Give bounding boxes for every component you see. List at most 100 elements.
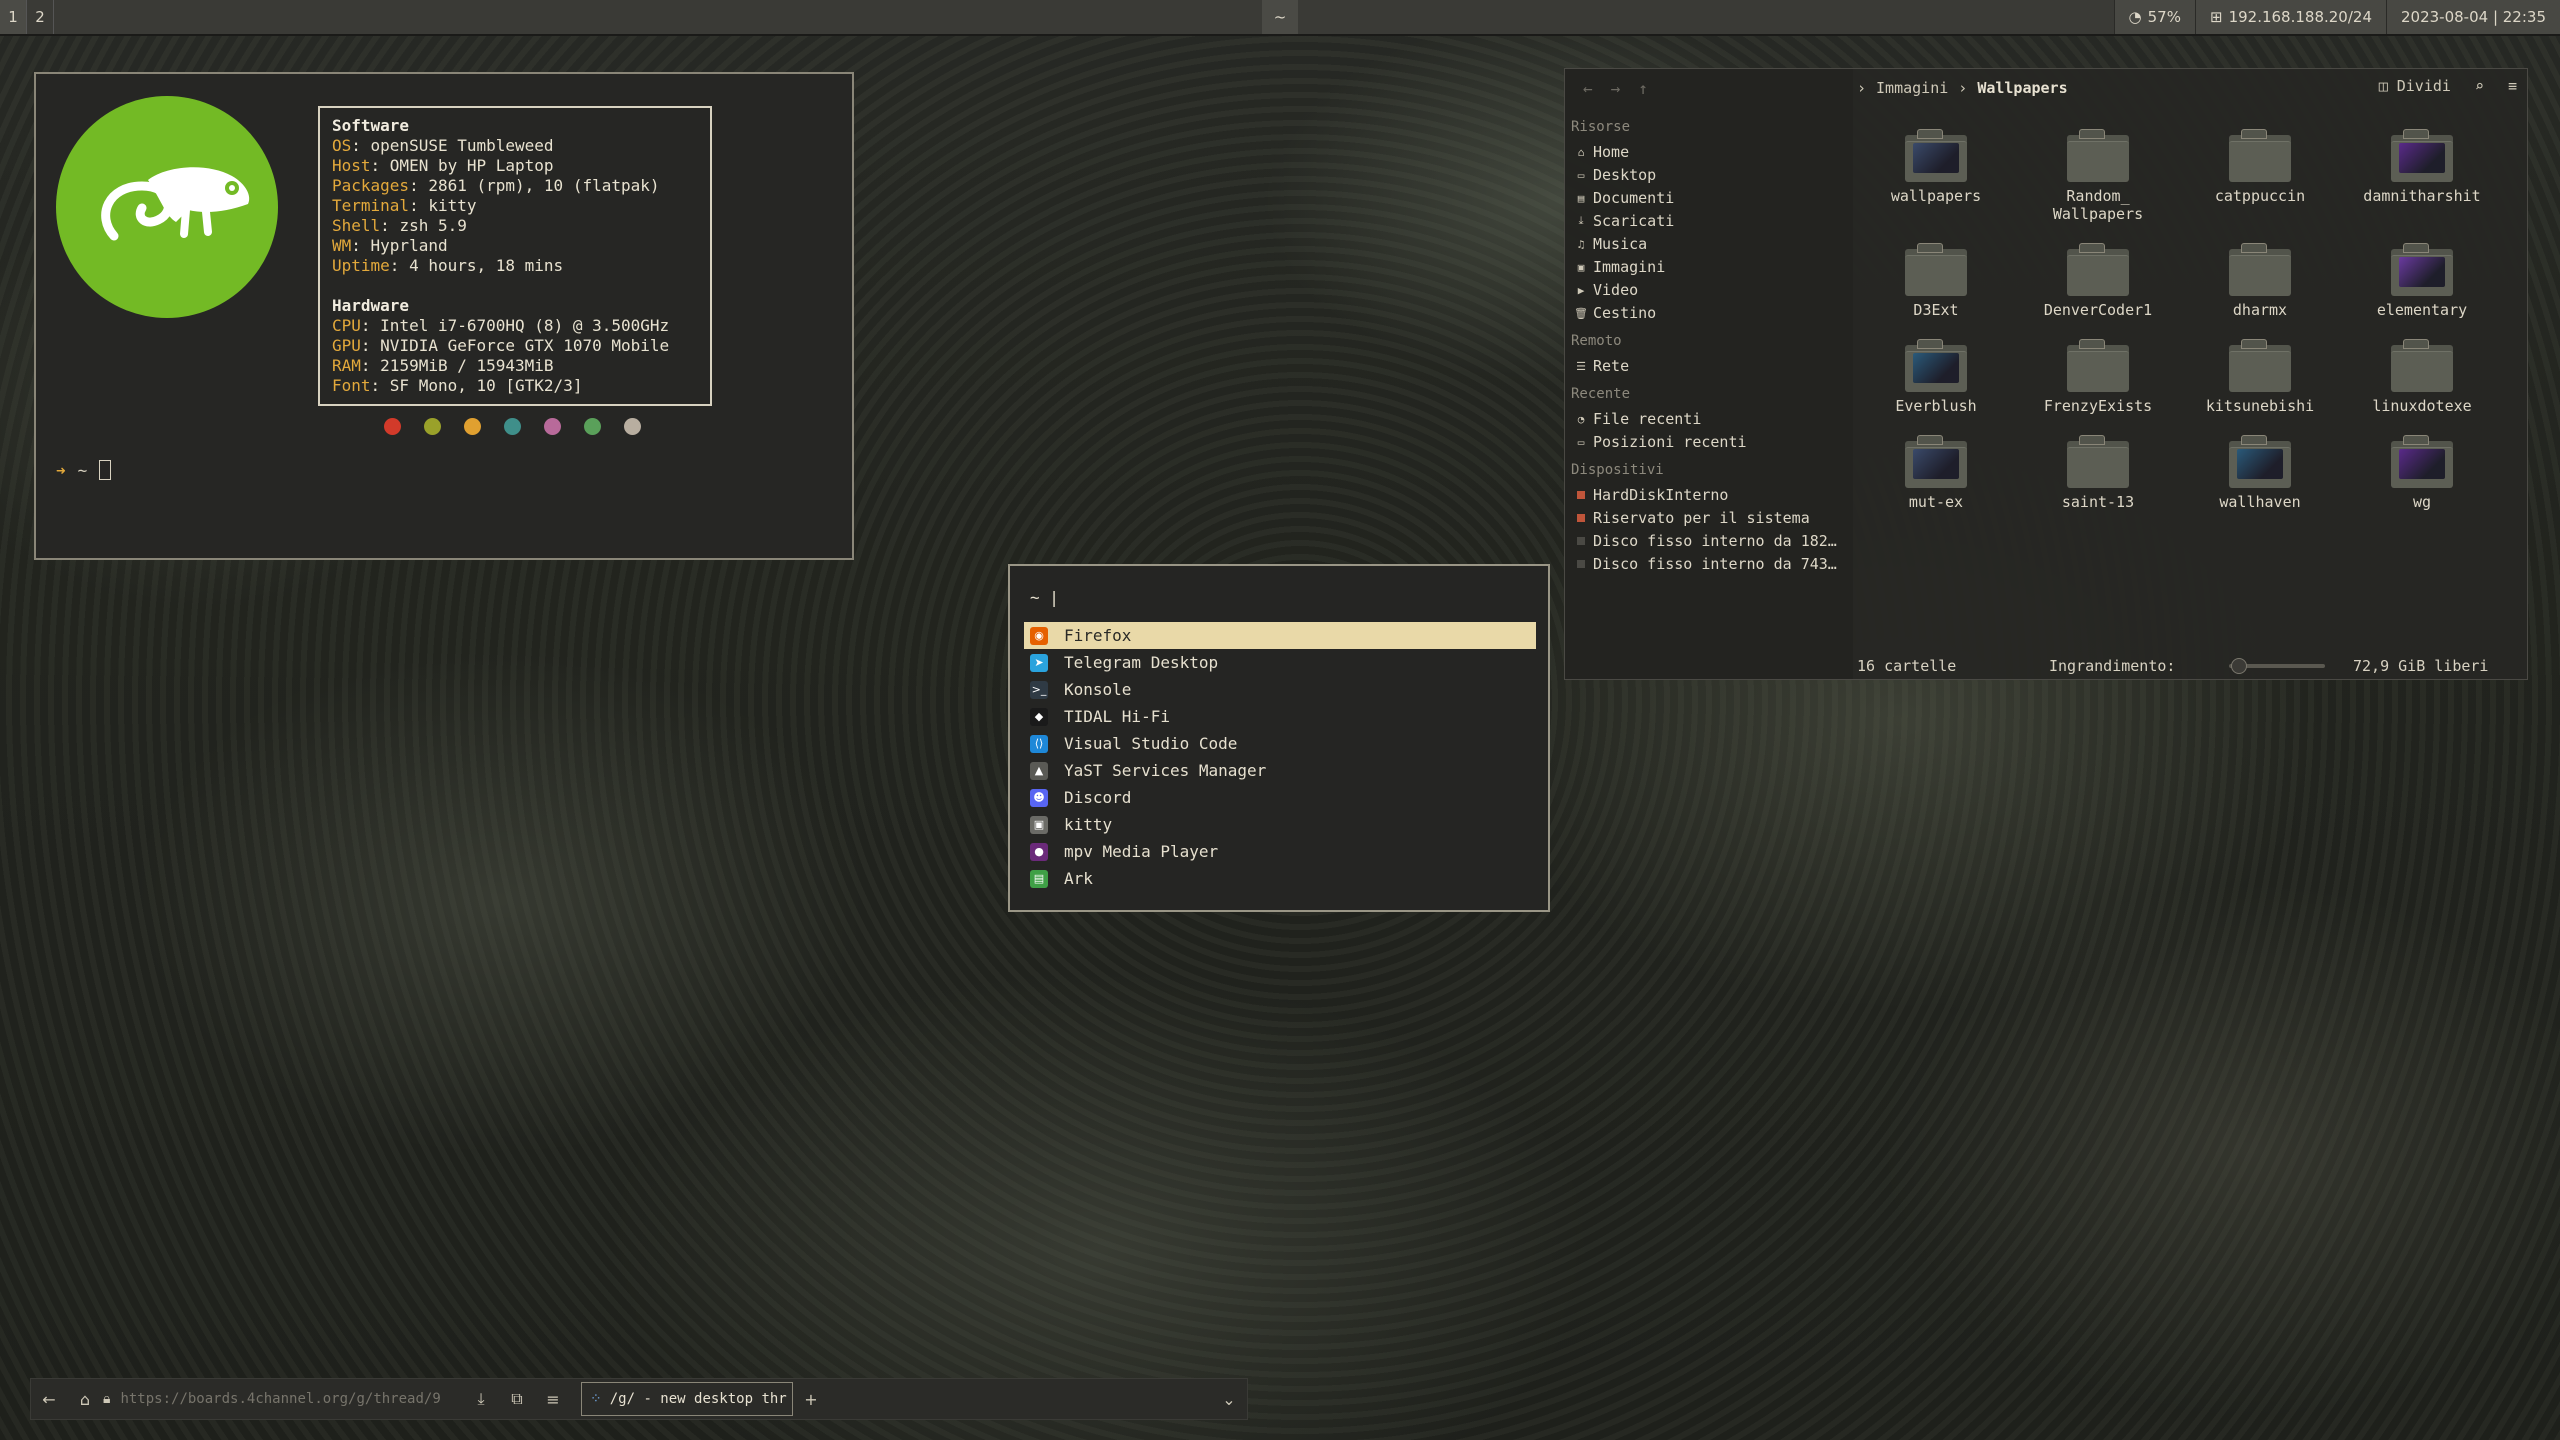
folder-item[interactable]: saint-13 (2017, 435, 2179, 511)
drive-icon (1577, 491, 1585, 499)
launcher-search-input[interactable]: ~ | (1030, 588, 1059, 607)
folder-item[interactable]: elementary (2341, 243, 2503, 319)
breadcrumb-item-immagini[interactable]: Immagini (1876, 79, 1948, 97)
sidebar-item-documenti[interactable]: ▤ Documenti (1575, 189, 1675, 207)
launcher-item-visual-studio-code[interactable]: ⟨⟩ Visual Studio Code (1024, 730, 1536, 757)
launcher-item-label: Firefox (1064, 626, 1132, 645)
folder-item[interactable]: D3Ext (1855, 243, 2017, 319)
folder-icon (2391, 129, 2453, 182)
folder-item[interactable]: linuxdotexe (2341, 339, 2503, 415)
sidebar-item-file-recenti[interactable]: ◔ File recenti (1575, 410, 1702, 428)
launcher-item-tidal-hi-fi[interactable]: ◆ TIDAL Hi-Fi (1024, 703, 1536, 730)
sidebar-item-disco-fisso-interno-da-743-[interactable]: Disco fisso interno da 743… (1575, 555, 1837, 573)
app-launcher[interactable]: ~ | ◉ Firefox ➤ Telegram Desktop >_ Konsole ◆ T… (1008, 564, 1550, 912)
folder-name: Everblush (1895, 397, 1977, 415)
launcher-item-telegram-desktop[interactable]: ➤ Telegram Desktop (1024, 649, 1536, 676)
launcher-item-discord[interactable]: ☻ Discord (1024, 784, 1536, 811)
folder-item[interactable]: catppuccin (2179, 129, 2341, 223)
back-button[interactable]: ← (31, 1378, 67, 1420)
folder-item[interactable]: mut-ex (1855, 435, 2017, 511)
sidebar-item-disco-fisso-interno-da-182-[interactable]: Disco fisso interno da 182… (1575, 532, 1837, 550)
info-line-gpu: GPU: NVIDIA GeForce GTX 1070 Mobile (332, 336, 670, 355)
network-module[interactable]: ⊞ 192.168.188.20/24 (2194, 0, 2386, 34)
launcher-item-kitty[interactable]: ▣ kitty (1024, 811, 1536, 838)
discord-icon: ☻ (1030, 788, 1048, 807)
extensions-button[interactable]: ⧉ (499, 1378, 535, 1420)
split-button[interactable]: ◫ Dividi (2379, 77, 2451, 95)
home-icon: ⌂ (79, 1389, 91, 1409)
sidebar-item-immagini[interactable]: ▣ Immagini (1575, 258, 1666, 276)
url-bar[interactable]: 🔒︎ https://boards.4channel.org/g/thread/… (103, 1391, 463, 1407)
palette-dot (384, 418, 401, 435)
launcher-item-label: Discord (1064, 788, 1132, 807)
folder-item[interactable]: Random_ Wallpapers (2017, 129, 2179, 223)
sidebar-item-harddiskinterno[interactable]: HardDiskInterno (1575, 486, 1728, 504)
launcher-item-yast-services-manager[interactable]: ▲ YaST Services Manager (1024, 757, 1536, 784)
launcher-item-firefox[interactable]: ◉ Firefox (1024, 622, 1536, 649)
top-bar: 1 2 ~ ◔ 57% ⊞ 192.168.188.20/24 2023-08-… (0, 0, 2560, 36)
folder-icon (1905, 435, 1967, 488)
prompt-arrow-icon: ➜ (56, 460, 66, 480)
sidebar-section-risorse: Risorse (1571, 119, 1631, 135)
download-icon: ⤓ (477, 1389, 485, 1408)
palette-dot (624, 418, 641, 435)
back-arrow-icon[interactable]: ← (1583, 79, 1593, 98)
folder-item[interactable]: wallpapers (1855, 129, 2017, 223)
sidebar-item-cestino[interactable]: 🗑︎ Cestino (1574, 304, 1656, 322)
zoom-slider[interactable] (2229, 658, 2325, 674)
sidebar-item-scaricati[interactable]: ⤓ Scaricati (1575, 212, 1675, 230)
folder-icon (2229, 339, 2291, 392)
folder-icon (2391, 435, 2453, 488)
folder-item[interactable]: damnitharshit (2341, 129, 2503, 223)
network-icon: ⊞ (2209, 8, 2223, 26)
info-line-packages: Packages: 2861 (rpm), 10 (flatpak) (332, 176, 660, 195)
folder-item[interactable]: Everblush (1855, 339, 2017, 415)
clock-module[interactable]: 2023-08-04 | 22:35 (2386, 0, 2560, 34)
folder-item[interactable]: dharmx (2179, 243, 2341, 319)
workspace-1[interactable]: 1 (0, 0, 27, 34)
breadcrumb-item-wallpapers[interactable]: Wallpapers (1977, 79, 2067, 97)
palette-dot (584, 418, 601, 435)
workspace-2[interactable]: 2 (27, 0, 54, 34)
shell-prompt[interactable]: ➜ ~ (56, 460, 112, 480)
launcher-item-mpv-media-player[interactable]: ● mpv Media Player (1024, 838, 1536, 865)
puzzle-icon: ⧉ (511, 1389, 523, 1408)
sidebar-item-riservato-per-il-sistema[interactable]: Riservato per il sistema (1575, 509, 1810, 527)
zoom-slider-handle[interactable] (2231, 658, 2247, 674)
volume-module[interactable]: ◔ 57% (2113, 0, 2195, 34)
telegram-icon: ➤ (1030, 653, 1048, 672)
sidebar-item-home[interactable]: ⌂ Home (1575, 143, 1629, 161)
folder-icon (2067, 129, 2129, 182)
menu-button[interactable]: ≡ (535, 1378, 571, 1420)
info-line-host: Host: OMEN by HP Laptop (332, 156, 554, 175)
folder-item[interactable]: DenverCoder1 (2017, 243, 2179, 319)
sidebar-item-video[interactable]: ▶ Video (1575, 281, 1638, 299)
folder-item[interactable]: FrenzyExists (2017, 339, 2179, 415)
browser-tab[interactable]: ⁘ /g/ - new desktop thr (581, 1382, 793, 1416)
video-icon: ▶ (1577, 283, 1585, 297)
sidebar-item-posizioni-recenti[interactable]: ▭ Posizioni recenti (1575, 433, 1747, 451)
forward-arrow-icon[interactable]: → (1611, 79, 1621, 98)
downloads-button[interactable]: ⤓ (463, 1378, 499, 1420)
menu-icon: ≡ (546, 1389, 560, 1409)
chevron-down-icon: ⌄ (1222, 1389, 1236, 1409)
folder-item[interactable]: wg (2341, 435, 2503, 511)
home-icon: ⌂ (1577, 145, 1585, 159)
folder-item[interactable]: kitsunebishi (2179, 339, 2341, 415)
terminal-window[interactable]: Software OS: openSUSE Tumbleweed Host: O… (34, 72, 854, 560)
sidebar-section-dispositivi: Dispositivi (1571, 462, 1664, 478)
vscode-icon: ⟨⟩ (1030, 734, 1048, 753)
search-icon[interactable]: ⌕ (2475, 77, 2484, 95)
sidebar-item-musica[interactable]: ♫ Musica (1575, 235, 1648, 253)
launcher-item-ark[interactable]: ▤ Ark (1024, 865, 1536, 892)
up-arrow-icon[interactable]: ↑ (1638, 79, 1648, 98)
sidebar-item-rete[interactable]: ☰ Rete (1575, 357, 1629, 375)
folder-item[interactable]: wallhaven (2179, 435, 2341, 511)
tab-list-button[interactable]: ⌄ (1211, 1378, 1247, 1420)
menu-icon[interactable]: ≡ (2508, 77, 2517, 95)
launcher-item-konsole[interactable]: >_ Konsole (1024, 676, 1536, 703)
file-manager-window[interactable]: ← → ↑ Risorse ⌂ Home ▭ Desktop ▤ Documenti ⤓ Sca… (1564, 68, 2528, 680)
sidebar-item-desktop[interactable]: ▭ Desktop (1575, 166, 1657, 184)
new-tab-button[interactable]: + (793, 1378, 829, 1420)
home-button[interactable]: ⌂ (67, 1378, 103, 1420)
